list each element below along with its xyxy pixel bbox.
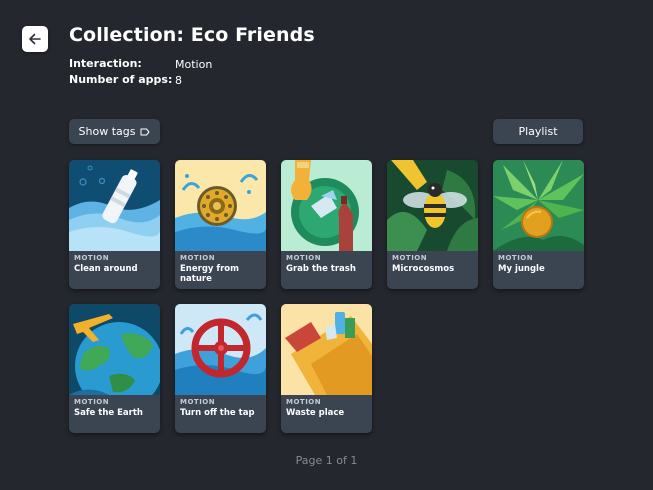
app-card-clean-around[interactable]: MOTION Clean around [69, 160, 160, 289]
app-name: Microcosmos [392, 264, 455, 274]
app-card-grab-the-trash[interactable]: MOTION Grab the trash [281, 160, 372, 289]
app-count-label: Number of apps: [69, 73, 173, 86]
water-wheel-thumbnail [175, 160, 266, 251]
app-category: MOTION [392, 254, 428, 262]
earth-plane-thumbnail [69, 304, 160, 395]
app-card-my-jungle[interactable]: MOTION My jungle [493, 160, 584, 289]
interaction-value: Motion [175, 58, 213, 71]
waste-bin-thumbnail [281, 304, 372, 395]
bee-thumbnail [387, 160, 478, 251]
app-category: MOTION [286, 398, 322, 406]
app-name: Safe the Earth [74, 408, 143, 418]
show-tags-button[interactable]: Show tags [69, 119, 160, 144]
tap-valve-thumbnail [175, 304, 266, 395]
playlist-button[interactable]: Playlist [493, 119, 583, 144]
app-category: MOTION [498, 254, 534, 262]
jungle-thumbnail [493, 160, 584, 251]
arrow-left-icon [29, 33, 41, 45]
show-tags-label: Show tags [78, 125, 136, 138]
app-card-turn-off-the-tap[interactable]: MOTION Turn off the tap [175, 304, 266, 433]
playlist-label: Playlist [518, 125, 558, 138]
tag-icon [140, 128, 150, 135]
app-category: MOTION [74, 254, 110, 262]
app-category: MOTION [286, 254, 322, 262]
bottle-thumbnail [69, 160, 160, 251]
app-category: MOTION [180, 398, 216, 406]
app-name: Grab the trash [286, 264, 356, 274]
interaction-label: Interaction: [69, 57, 142, 70]
back-button[interactable] [22, 26, 48, 52]
app-count-value: 8 [175, 74, 182, 87]
recycle-bottles-thumbnail [281, 160, 372, 251]
page-title: Collection: Eco Friends [69, 24, 315, 46]
app-category: MOTION [180, 254, 216, 262]
app-category: MOTION [74, 398, 110, 406]
app-name: My jungle [498, 264, 545, 274]
app-card-waste-place[interactable]: MOTION Waste place [281, 304, 372, 433]
app-name: Clean around [74, 264, 138, 274]
app-name: Waste place [286, 408, 345, 418]
app-card-microcosmos[interactable]: MOTION Microcosmos [387, 160, 478, 289]
pagination-text: Page 1 of 1 [295, 454, 358, 467]
app-name: Energy from nature [180, 264, 239, 284]
app-card-energy-from-nature[interactable]: MOTION Energy from nature [175, 160, 266, 289]
app-name: Turn off the tap [180, 408, 255, 418]
app-card-safe-the-earth[interactable]: MOTION Safe the Earth [69, 304, 160, 433]
